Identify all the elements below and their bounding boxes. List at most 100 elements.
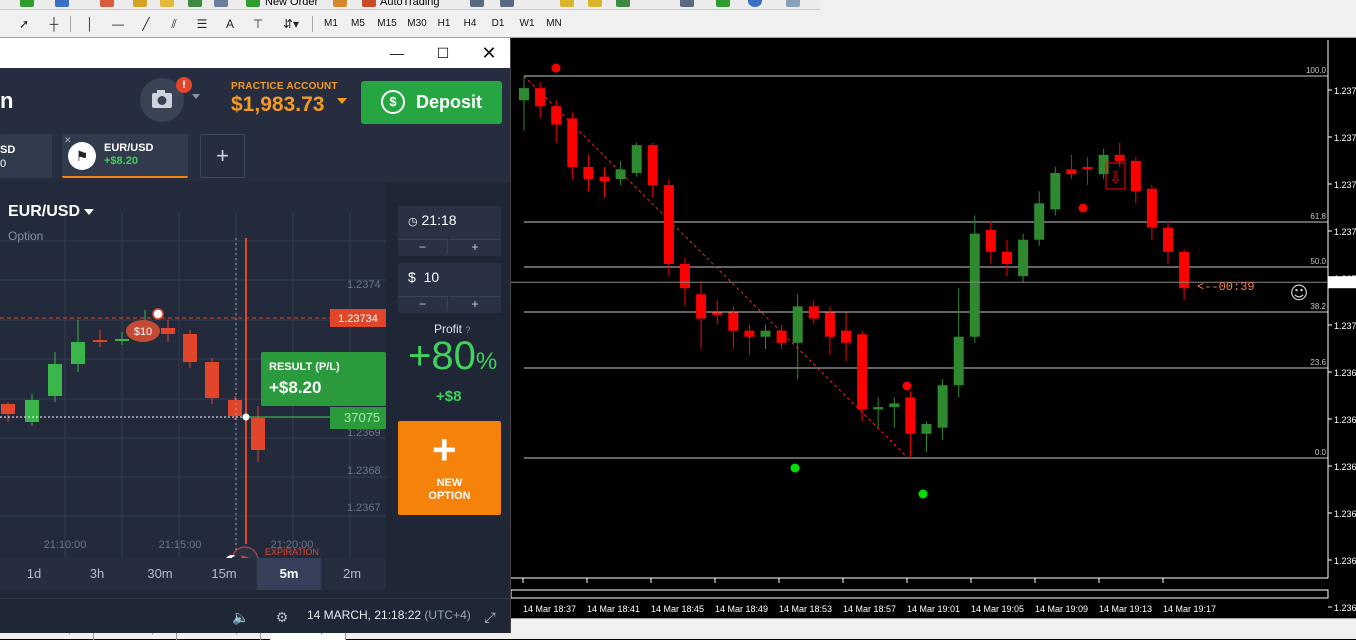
chevron-down-icon [84,208,95,215]
bear-candle [824,312,835,337]
amount-decrease-button[interactable]: − [398,296,448,311]
timeframe-2m[interactable]: 2m [320,558,384,590]
mt4-chart-window[interactable]: 100.0 61.8 50.0 38.2 23.6 0.0 1.237 1.237 1.237… [511,38,1356,618]
timeframe-m5[interactable]: M5 [346,15,370,33]
expiry-time-field[interactable]: ◷ 21:18 − + [398,206,501,256]
new-order-icon[interactable] [246,0,260,7]
close-icon[interactable]: ✕ [64,135,72,146]
periodicity-icon[interactable] [748,0,762,7]
timeframe-w1[interactable]: W1 [515,15,539,33]
metaeditor-icon[interactable] [333,0,347,7]
new-chart-icon[interactable] [20,0,34,7]
profit-amount: +$8 [436,388,462,405]
timeframe-15m[interactable]: 15m [192,558,256,590]
bear-candle [599,176,610,182]
tile-windows-icon[interactable] [616,0,630,7]
bull-candle [1018,239,1029,277]
time-axis-label: 14 Mar 19:09 [1035,604,1088,614]
sell-arrow-icon: ⇩ [1109,168,1122,187]
fractal-dot [551,63,561,73]
price-axis-label: 1.237 [1334,321,1356,331]
result-popup: RESULT (P/L) +$8.20 [261,352,386,406]
bear-candle [183,334,197,362]
settings-icon[interactable]: ⚙ [273,608,291,626]
sound-icon[interactable]: 🔈 [232,608,250,626]
autotrading-button[interactable]: AutoTrading [380,0,440,8]
bull-candle [615,169,626,180]
templates-icon[interactable] [786,0,800,7]
bear-candle [1,404,15,414]
new-order-button[interactable]: New Order [265,0,318,8]
profit-percent: +80% [408,334,498,378]
timeframe-h1[interactable]: H1 [434,15,454,33]
timeframe-1d[interactable]: 1d [2,558,66,590]
timeframe-m30[interactable]: M30 [404,15,430,33]
timeframe-30m[interactable]: 30m [128,558,192,590]
time-increase-button[interactable]: + [450,239,500,254]
text-tool-icon[interactable]: A [220,15,240,33]
navigator-icon[interactable] [133,0,147,7]
deposit-button[interactable]: $ Deposit [361,81,502,124]
chevron-down-icon[interactable] [192,94,200,99]
time-decrease-button[interactable]: − [398,239,448,254]
market-watch-icon[interactable] [100,0,114,7]
zoom-out-icon[interactable] [588,0,602,7]
current-price-tag: 1.23734 [338,313,378,325]
vertical-line-tool-icon[interactable]: │ [80,15,100,33]
autotrading-icon[interactable] [362,0,376,7]
bull-candle [115,339,129,341]
account-balance[interactable]: $1,983.73 [231,93,324,117]
zoom-in-icon[interactable] [560,0,574,7]
chart-bars-icon[interactable] [470,0,484,7]
add-asset-button[interactable]: + [200,134,245,178]
timeframe-m15[interactable]: M15 [374,15,400,33]
chart-shift-icon[interactable] [680,0,694,7]
minimize-button[interactable]: — [374,38,420,68]
fullscreen-icon[interactable]: ⤢ [481,608,499,626]
chevron-down-icon[interactable] [337,98,347,104]
profiles-icon[interactable] [55,0,69,7]
bear-candle [808,306,819,319]
asset-selector[interactable]: EUR/USD [8,203,95,221]
crosshair-tool-icon[interactable]: ┼ [44,15,64,33]
timeframe-h4[interactable]: H4 [460,15,480,33]
bear-candle [1114,154,1125,161]
chart-candles-icon[interactable] [500,0,514,7]
timeframe-5m[interactable]: 5m [257,558,321,590]
countdown-label: <--00:39 [1197,280,1255,294]
new-option-button[interactable]: + NEW OPTION [398,421,501,515]
timeframe-mn[interactable]: MN [543,15,565,33]
mt4-candlestick-chart[interactable]: 100.0 61.8 50.0 38.2 23.6 0.0 1.237 1.237 1.237… [511,38,1356,618]
timeframe-d1[interactable]: D1 [488,15,508,33]
timeframe-m1[interactable]: M1 [320,15,342,33]
arrows-tool-icon[interactable]: ⇵▾ [276,15,306,33]
maximize-button[interactable]: ☐ [420,38,466,68]
trendline-tool-icon[interactable]: ╱ [136,15,156,33]
bull-candle [25,400,39,422]
horizontal-line-tool-icon[interactable]: — [108,15,128,33]
amount-increase-button[interactable]: + [450,296,500,311]
fractal-dot [1078,203,1088,213]
time-axis-label: 14 Mar 19:17 [1163,604,1216,614]
expiration-label: EXPIRATION [265,547,319,557]
close-button[interactable]: ✕ [466,38,510,68]
bull-candle [1050,173,1061,210]
timeframe-3h[interactable]: 3h [65,558,129,590]
tester-icon[interactable] [214,0,228,7]
indicators-icon[interactable] [716,0,730,7]
label-tool-icon[interactable]: ⊤ [248,15,268,33]
terminal-icon[interactable] [188,0,202,7]
amount-field[interactable]: $ 10 − + [398,263,501,313]
flag-icon: ⚑ [68,142,96,170]
fibonacci-tool-icon[interactable]: ☰ [192,15,212,33]
channel-tool-icon[interactable]: ⫽ [164,15,184,33]
bear-candle [567,118,578,167]
asset-tab-active[interactable]: ✕ ⚑ EUR/USD +$8.20 [62,134,188,178]
amount-value: $ 10 [408,269,440,285]
asset-tab[interactable]: SD 0 [0,134,52,178]
fractal-dot [790,463,800,473]
favorites-icon[interactable] [160,0,174,7]
bear-candle [663,185,674,264]
price-axis-label: 1.236 [1334,415,1356,425]
cursor-tool-icon[interactable]: ➚ [14,15,34,33]
